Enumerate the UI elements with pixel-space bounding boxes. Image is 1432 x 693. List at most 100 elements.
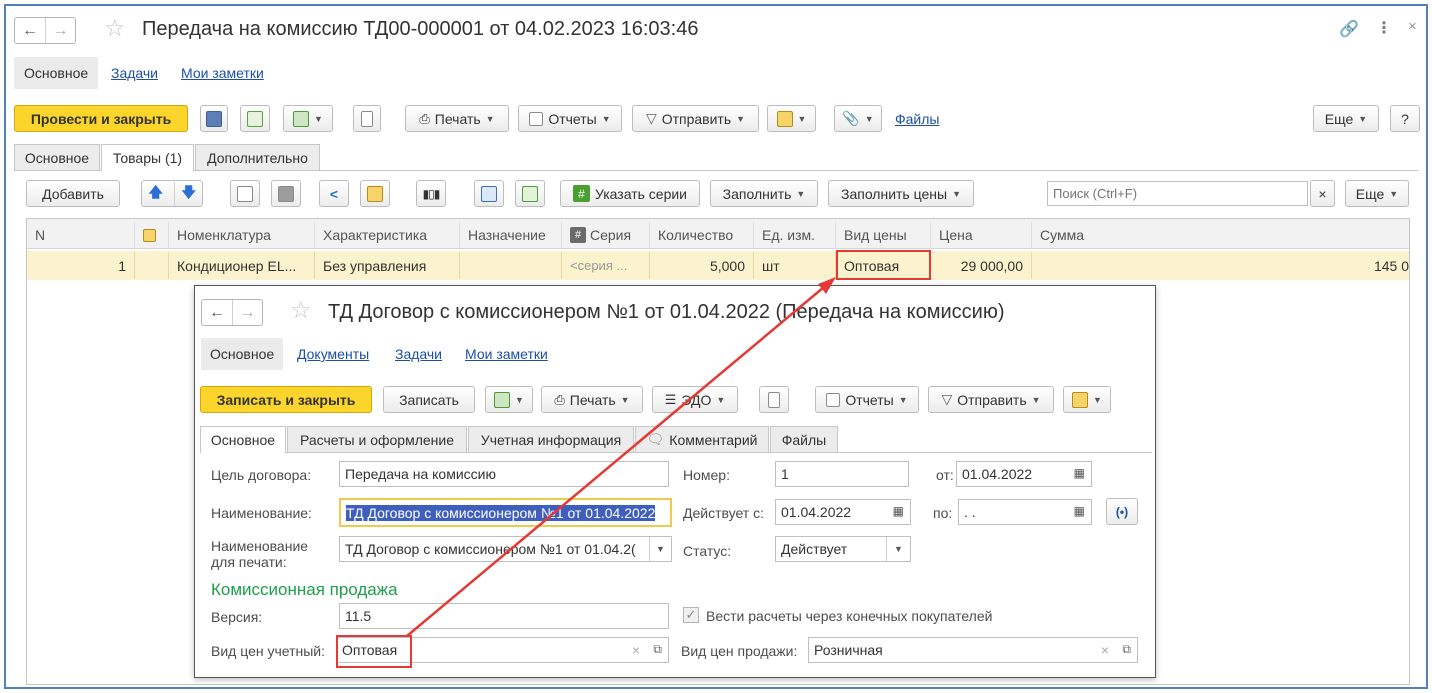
chevron-down-icon[interactable]: ▼ xyxy=(649,537,671,561)
search-clear-button[interactable]: × xyxy=(1310,180,1335,207)
favorite-star-icon[interactable]: ☆ xyxy=(290,296,312,325)
move-row-buttons[interactable]: 🡅 🡇 xyxy=(141,180,203,207)
name-field[interactable]: ТД Договор с комиссионером №1 от 01.04.2… xyxy=(339,498,672,527)
col-price-type[interactable]: Вид цены xyxy=(836,222,931,248)
row-n[interactable]: 1 xyxy=(27,252,135,279)
col-qty[interactable]: Количество xyxy=(650,222,754,248)
clear-icon[interactable]: × xyxy=(1101,642,1109,658)
save-and-close-button[interactable]: Записать и закрыть xyxy=(200,386,372,413)
print-name-field[interactable]: ТД Договор с комиссионером №1 от 01.04.2… xyxy=(339,536,672,562)
load-button[interactable] xyxy=(515,180,545,207)
dialog-nav-notes[interactable]: Мои заметки xyxy=(465,346,548,362)
nav-tasks[interactable]: Задачи xyxy=(111,65,158,81)
nav-notes[interactable]: Мои заметки xyxy=(181,65,264,81)
fill-prices-button[interactable]: Заполнить цены ▼ xyxy=(828,180,974,207)
dialog-create-based-button[interactable]: ▼ xyxy=(485,386,533,413)
post-and-close-button[interactable]: Провести и закрыть xyxy=(14,105,188,132)
dialog-tab-main[interactable]: Основное xyxy=(200,426,286,453)
col-price[interactable]: Цена xyxy=(931,222,1032,248)
dialog-edo-button[interactable]: ☰ ЭДО ▼ xyxy=(652,386,738,413)
send-button[interactable]: ▽ Отправить ▼ xyxy=(632,105,759,132)
dialog-save-button[interactable]: Записать xyxy=(383,386,475,413)
history-nav[interactable]: ← → xyxy=(14,17,76,44)
files-link[interactable]: Файлы xyxy=(895,111,939,127)
calendar-icon[interactable]: ▦ xyxy=(1074,466,1085,480)
create-based-button[interactable]: ▼ xyxy=(283,105,333,132)
calendar-icon[interactable]: ▦ xyxy=(893,504,904,518)
selection-button[interactable] xyxy=(360,180,390,207)
col-icon[interactable] xyxy=(135,222,169,248)
status-select[interactable]: Действует ▼ xyxy=(775,536,911,562)
print-button[interactable]: ⎙ Печать ▼ xyxy=(405,105,509,132)
dialog-nav-documents[interactable]: Документы xyxy=(297,346,369,362)
attach-button[interactable]: 📎 ▼ xyxy=(834,105,882,132)
chevron-down-icon[interactable]: ▼ xyxy=(886,537,910,561)
search-input[interactable] xyxy=(1047,181,1308,206)
add-row-button[interactable]: Добавить xyxy=(26,180,120,207)
related-docs-button[interactable]: ▼ xyxy=(767,105,816,132)
tab-additional[interactable]: Дополнительно xyxy=(195,144,320,170)
set-series-button[interactable]: # Указать серии xyxy=(560,180,700,207)
col-series[interactable]: # Серия xyxy=(562,222,650,248)
from-date-field[interactable]: 01.04.2022 ▦ xyxy=(956,461,1092,487)
paste-row-button[interactable] xyxy=(271,180,301,207)
tab-main[interactable]: Основное xyxy=(14,144,100,170)
dialog-reports-button[interactable]: Отчеты ▼ xyxy=(815,386,919,413)
forward-arrow-icon[interactable]: → xyxy=(232,300,262,325)
row-item[interactable]: Кондиционер EL... xyxy=(169,252,315,279)
checkbox-final-buyers[interactable]: ✓ xyxy=(683,607,699,623)
dialog-related-button[interactable]: ▼ xyxy=(1063,386,1111,413)
document-list-button[interactable] xyxy=(353,105,381,132)
check-button[interactable] xyxy=(474,180,504,207)
dialog-nav-tasks[interactable]: Задачи xyxy=(395,346,442,362)
purpose-field[interactable]: Передача на комиссию xyxy=(339,461,669,487)
dialog-send-button[interactable]: ▽ Отправить ▼ xyxy=(928,386,1054,413)
back-arrow-icon[interactable]: ← xyxy=(202,300,232,325)
tab-goods[interactable]: Товары (1) xyxy=(101,144,194,171)
save-button[interactable] xyxy=(200,105,228,132)
row-sum[interactable]: 145 0 xyxy=(1032,252,1409,279)
table-more-button[interactable]: Еще ▼ xyxy=(1345,180,1409,207)
copy-row-button[interactable] xyxy=(230,180,260,207)
valid-from-field[interactable]: 01.04.2022 ▦ xyxy=(775,499,911,525)
share-button[interactable]: < xyxy=(319,180,349,207)
row-purpose[interactable] xyxy=(460,252,562,279)
help-button[interactable]: ? xyxy=(1390,105,1420,132)
col-purpose[interactable]: Назначение xyxy=(460,222,562,248)
dialog-nav-main[interactable]: Основное xyxy=(210,346,274,362)
row-price[interactable]: 29 000,00 xyxy=(931,252,1032,279)
row-unit[interactable]: шт xyxy=(754,252,836,279)
forward-arrow-icon[interactable]: → xyxy=(45,18,75,43)
dialog-history-nav[interactable]: ← → xyxy=(201,299,263,326)
close-icon[interactable]: × xyxy=(1408,18,1417,35)
barcode-button[interactable]: ▮▯▮ xyxy=(416,180,446,207)
more-vertical-icon[interactable]: ⋮ xyxy=(1376,18,1392,38)
dialog-tab-settlements[interactable]: Расчеты и оформление xyxy=(287,426,467,452)
dialog-tab-comment[interactable]: 🗨 Комментарий xyxy=(635,426,769,452)
arrow-up-icon[interactable]: 🡅 xyxy=(142,182,169,206)
dialog-tab-files[interactable]: Файлы xyxy=(770,426,838,452)
col-unit[interactable]: Ед. изм. xyxy=(754,222,836,248)
favorite-star-icon[interactable]: ☆ xyxy=(104,14,126,43)
open-icon[interactable]: ⧉ xyxy=(1122,642,1131,657)
more-button[interactable]: Еще ▼ xyxy=(1313,105,1379,132)
fill-button[interactable]: Заполнить ▼ xyxy=(710,180,818,207)
valid-to-field[interactable]: . . ▦ xyxy=(958,499,1092,525)
version-field[interactable]: 11.5 xyxy=(339,603,669,629)
dialog-print-button[interactable]: ⎙ Печать ▼ xyxy=(541,386,643,413)
row-series[interactable]: <серия ... xyxy=(562,252,650,279)
calendar-icon[interactable]: ▦ xyxy=(1074,504,1085,518)
link-icon[interactable]: 🔗 xyxy=(1339,19,1359,39)
dialog-list-button[interactable] xyxy=(759,386,789,413)
validity-period-button[interactable]: (•) xyxy=(1106,498,1138,525)
arrow-down-icon[interactable]: 🡇 xyxy=(174,181,202,206)
row-characteristic[interactable]: Без управления xyxy=(315,252,460,279)
row-qty[interactable]: 5,000 xyxy=(650,252,754,279)
open-icon[interactable]: ⧉ xyxy=(653,642,662,657)
clear-icon[interactable]: × xyxy=(632,642,640,658)
col-n[interactable]: N xyxy=(27,222,135,248)
col-sum[interactable]: Сумма xyxy=(1032,222,1409,248)
post-button[interactable] xyxy=(240,105,270,132)
dialog-tab-accounting[interactable]: Учетная информация xyxy=(468,426,634,452)
row-mark[interactable] xyxy=(135,252,169,279)
